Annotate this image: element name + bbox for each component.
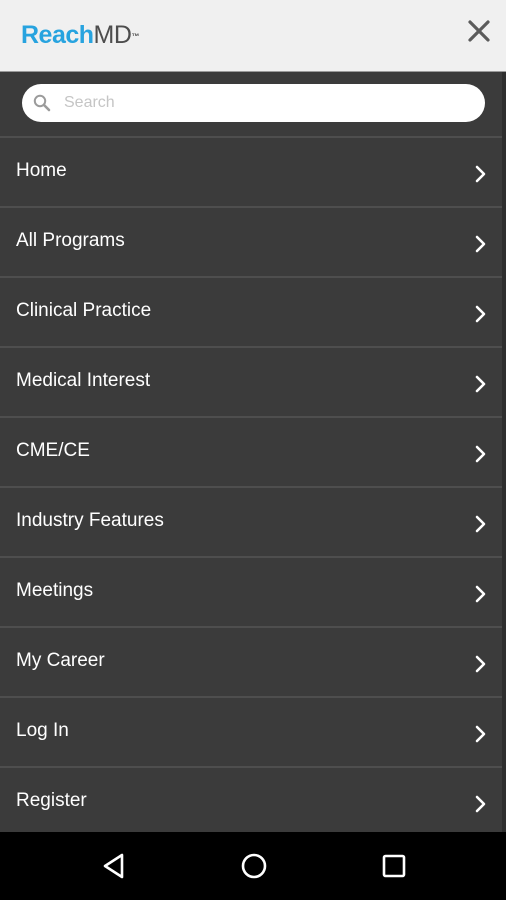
menu-item-label: CME/CE [16,440,90,461]
chevron-right-icon [475,515,486,533]
main-menu: Home All Programs Clinical Practice Medi… [0,138,506,838]
android-nav-bar [0,832,506,900]
logo-trademark: ™ [131,32,139,41]
menu-item-label: Meetings [16,580,94,601]
back-triangle-icon [103,853,124,879]
menu-item-all-programs[interactable]: All Programs [0,208,506,278]
reachmd-logo[interactable]: ReachMD™ [21,20,139,50]
menu-item-log-in[interactable]: Log In [0,698,506,768]
chevron-right-icon [475,375,486,393]
chevron-right-icon [475,235,486,253]
chevron-right-icon [475,165,486,183]
menu-item-register[interactable]: Register [0,768,506,838]
close-button[interactable] [464,16,494,46]
chevron-right-icon [475,585,486,603]
menu-item-label: Medical Interest [16,370,151,391]
menu-item-label: My Career [16,650,105,671]
menu-item-cme-ce[interactable]: CME/CE [0,418,506,488]
home-circle-icon [241,853,267,879]
search-box[interactable] [22,84,485,122]
menu-item-label: Industry Features [16,510,164,531]
app-header: ReachMD™ [0,0,506,72]
chevron-right-icon [475,445,486,463]
menu-item-clinical-practice[interactable]: Clinical Practice [0,278,506,348]
menu-scrollbar[interactable] [502,72,506,832]
logo-md-text: MD [93,21,132,49]
nav-recents-button[interactable] [379,851,409,881]
chevron-right-icon [475,725,486,743]
menu-item-industry-features[interactable]: Industry Features [0,488,506,558]
menu-item-home[interactable]: Home [0,138,506,208]
close-icon [468,20,490,42]
menu-item-label: Log In [16,720,69,741]
menu-item-label: Home [16,160,67,181]
chevron-right-icon [475,655,486,673]
search-bar [0,72,506,138]
menu-item-meetings[interactable]: Meetings [0,558,506,628]
menu-item-label: Register [16,790,87,811]
search-input[interactable] [64,84,464,122]
nav-home-button[interactable] [239,851,269,881]
chevron-right-icon [475,795,486,813]
nav-back-button[interactable] [99,851,129,881]
recents-square-icon [382,854,406,878]
menu-item-my-career[interactable]: My Career [0,628,506,698]
menu-item-medical-interest[interactable]: Medical Interest [0,348,506,418]
chevron-right-icon [475,305,486,323]
menu-item-label: Clinical Practice [16,300,152,321]
search-icon [33,94,51,112]
logo-reach-text: Reach [21,21,94,49]
menu-item-label: All Programs [16,230,125,251]
